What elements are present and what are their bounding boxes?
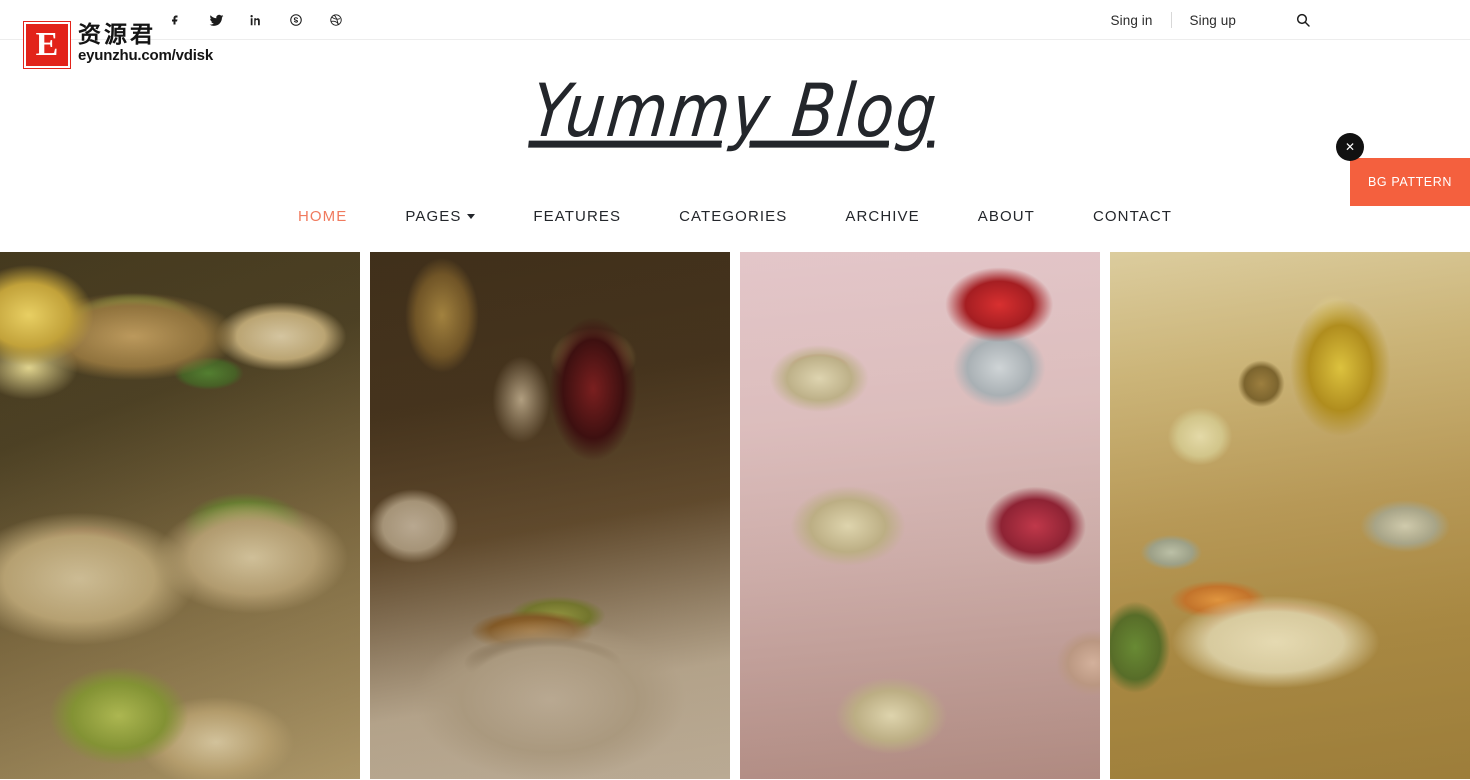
top-bar: Sing in Sing up <box>0 0 1470 40</box>
bg-pattern-panel[interactable]: ✕ BG PATTERN <box>1336 133 1470 206</box>
nav-item-features[interactable]: FEATURES <box>504 208 650 225</box>
skype-icon[interactable] <box>288 12 304 28</box>
brand-header: Yummy Blog ✕ BG PATTERN <box>0 40 1470 206</box>
nav-item-label: ARCHIVE <box>845 207 920 225</box>
twitter-icon[interactable] <box>208 12 224 28</box>
gallery-photo-tacos <box>0 252 360 779</box>
main-navigation: HOME PAGES FEATURES CATEGORIES ARCHIVE A… <box>0 180 1470 252</box>
featured-gallery <box>0 252 1470 779</box>
gallery-photo-bruschetta <box>1110 252 1470 779</box>
gallery-item[interactable] <box>370 252 730 779</box>
bg-pattern-label: BG PATTERN <box>1367 175 1452 189</box>
gallery-photo-salmon <box>370 252 730 779</box>
linkedin-icon[interactable] <box>248 12 264 28</box>
nav-item-home[interactable]: HOME <box>269 208 376 225</box>
nav-item-archive[interactable]: ARCHIVE <box>816 208 948 225</box>
nav-item-pages[interactable]: PAGES <box>376 208 504 225</box>
close-icon[interactable]: ✕ <box>1336 133 1364 161</box>
dribbble-icon[interactable] <box>328 12 344 28</box>
nav-item-label: CATEGORIES <box>679 207 788 225</box>
gallery-photo-parfait <box>740 252 1100 779</box>
nav-item-label: ABOUT <box>977 207 1035 225</box>
chevron-down-icon <box>467 213 476 219</box>
social-links <box>168 0 344 40</box>
sign-up-link[interactable]: Sing up <box>1172 13 1255 28</box>
nav-item-contact[interactable]: CONTACT <box>1064 208 1201 225</box>
nav-item-label: HOME <box>297 207 348 225</box>
nav-item-label: CONTACT <box>1092 207 1173 225</box>
nav-item-label: FEATURES <box>533 207 622 225</box>
sign-in-link[interactable]: Sing in <box>1093 13 1171 28</box>
site-title[interactable]: Yummy Blog <box>528 67 943 153</box>
gallery-item[interactable] <box>1110 252 1470 779</box>
nav-item-about[interactable]: ABOUT <box>949 208 1064 225</box>
gallery-item[interactable] <box>740 252 1100 779</box>
account-links: Sing in Sing up <box>1093 0 1470 40</box>
facebook-icon[interactable] <box>168 12 184 28</box>
nav-item-label: PAGES <box>405 207 462 225</box>
nav-item-categories[interactable]: CATEGORIES <box>650 208 816 225</box>
search-icon[interactable] <box>1294 11 1312 29</box>
gallery-item[interactable] <box>0 252 360 779</box>
